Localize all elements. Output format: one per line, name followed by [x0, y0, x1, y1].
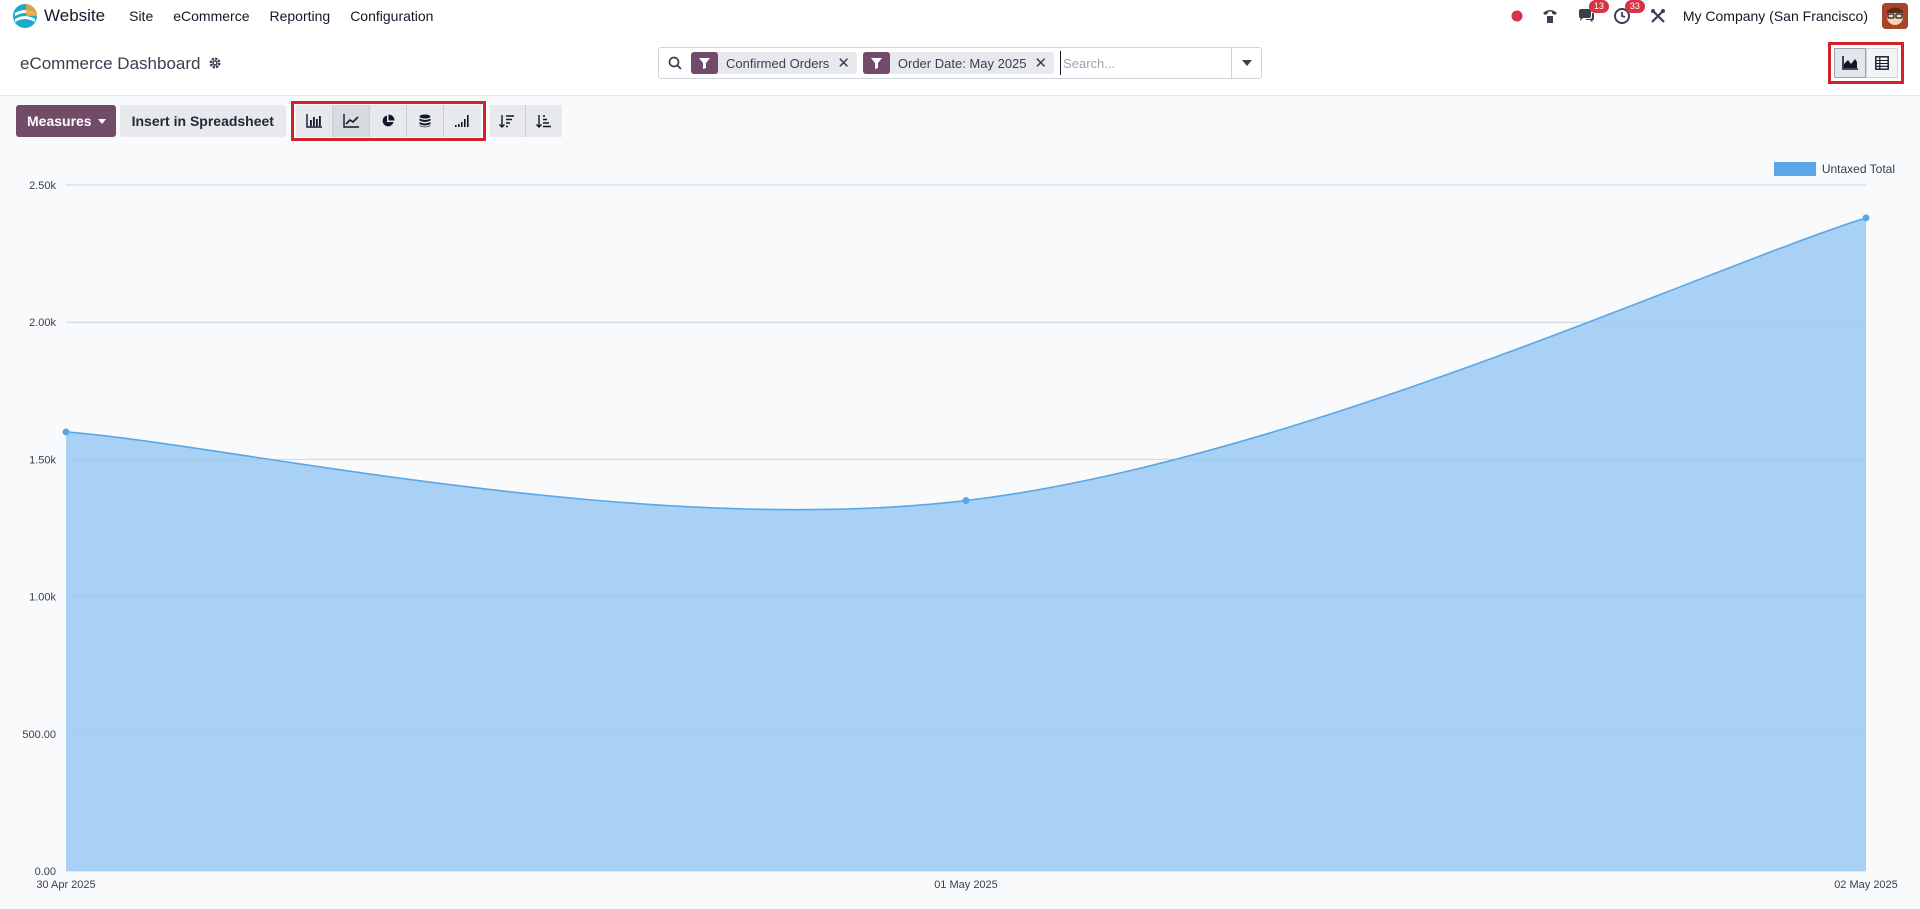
search-bar[interactable]: Confirmed Orders ✕ Order Date: May 2025 … — [658, 47, 1262, 79]
debug-tools-icon[interactable] — [1649, 6, 1667, 26]
measures-label: Measures — [27, 113, 92, 129]
graph-chart: Untaxed Total 0.00 500.00 1.00k 1.50k 2.00k 2… — [0, 150, 1920, 904]
pivot-view-button[interactable] — [1866, 48, 1898, 78]
legend-label: Untaxed Total — [1821, 162, 1895, 176]
measures-button[interactable]: Measures — [16, 105, 116, 137]
bar-chart-icon — [306, 114, 322, 128]
messages-icon[interactable]: 13 — [1577, 0, 1609, 26]
facet-label: Order Date: May 2025 — [897, 55, 1027, 71]
cumulative-button[interactable] — [443, 105, 481, 137]
menu-ecommerce[interactable]: eCommerce — [173, 8, 249, 24]
y-tick-label: 1.00k — [29, 592, 56, 604]
sort-group — [489, 105, 562, 137]
chart-legend[interactable]: Untaxed Total — [1773, 162, 1895, 176]
facet-label: Confirmed Orders — [726, 55, 830, 71]
pie-chart-icon — [382, 114, 395, 127]
chart-type-group — [290, 101, 486, 141]
search-facet-confirmed-orders: Confirmed Orders ✕ — [691, 52, 857, 74]
activities-clock-icon[interactable]: 33 — [1613, 0, 1645, 26]
activities-badge: 33 — [1624, 0, 1645, 13]
close-icon[interactable]: ✕ — [837, 54, 857, 72]
sort-ascending-button[interactable] — [525, 105, 562, 137]
search-options-toggle[interactable] — [1231, 48, 1261, 78]
page-title-text: eCommerce Dashboard — [20, 54, 201, 73]
y-tick-label: 500.00 — [22, 729, 56, 741]
data-point[interactable] — [962, 497, 970, 505]
x-tick-label: 01 May 2025 — [934, 879, 998, 891]
search-icon — [659, 48, 691, 78]
caret-down-icon — [97, 118, 106, 124]
pie-chart-button[interactable] — [369, 105, 407, 137]
sort-descending-icon — [499, 115, 515, 128]
insert-in-spreadsheet-label: Insert in Spreadsheet — [131, 113, 274, 129]
website-app-icon — [12, 3, 38, 29]
area-chart-icon — [1842, 56, 1858, 70]
view-switcher — [1828, 42, 1904, 84]
menu-reporting[interactable]: Reporting — [269, 8, 330, 24]
app-brand[interactable]: Website — [12, 0, 119, 32]
cumulative-icon — [455, 115, 470, 127]
sort-ascending-icon — [535, 115, 551, 128]
phone-icon[interactable] — [1541, 6, 1559, 26]
navbar-systray: 13 33 My Company (San Francisco) — [1493, 0, 1908, 32]
menu-configuration[interactable]: Configuration — [350, 8, 433, 24]
x-tick-label: 30 Apr 2025 — [36, 879, 95, 891]
y-tick-label: 2.50k — [29, 180, 56, 192]
graph-toolbar: Measures Insert in Spreadsheet — [16, 101, 562, 141]
series-area — [66, 217, 1866, 872]
close-icon[interactable]: ✕ — [1035, 54, 1055, 72]
legend-swatch — [1773, 162, 1816, 176]
x-tick-label: 02 May 2025 — [1834, 879, 1898, 891]
user-avatar[interactable] — [1882, 3, 1908, 29]
data-point[interactable] — [62, 428, 70, 436]
bar-chart-button[interactable] — [295, 105, 333, 137]
top-navbar: Website Site eCommerce Reporting Configu… — [0, 0, 1920, 32]
y-tick-label: 2.00k — [29, 317, 56, 329]
insert-in-spreadsheet-button[interactable]: Insert in Spreadsheet — [119, 105, 286, 137]
stacked-button[interactable] — [406, 105, 444, 137]
y-tick-label: 0.00 — [35, 866, 56, 878]
app-name: Website — [44, 6, 106, 25]
graph-view-button[interactable] — [1834, 48, 1866, 78]
filter-icon — [862, 52, 890, 74]
control-panel: eCommerce Dashboard Confirmed Orders ✕ O… — [0, 32, 1920, 96]
gear-icon[interactable] — [208, 56, 222, 73]
menu-site[interactable]: Site — [129, 8, 153, 24]
search-input[interactable] — [1060, 51, 1227, 75]
search-facet-order-date: Order Date: May 2025 ✕ — [862, 52, 1055, 74]
recording-status-icon[interactable] — [1511, 6, 1523, 26]
messages-badge: 13 — [1588, 0, 1609, 13]
caret-down-icon — [1241, 60, 1252, 66]
line-chart-icon — [343, 114, 359, 128]
chart-canvas: 0.00 500.00 1.00k 1.50k 2.00k 2.50k 30 Apr 20… — [22, 180, 1898, 891]
database-stack-icon — [419, 114, 431, 128]
filter-icon — [691, 52, 718, 74]
page-title: eCommerce Dashboard — [20, 54, 222, 74]
company-switcher[interactable]: My Company (San Francisco) — [1683, 8, 1868, 24]
line-chart-button[interactable] — [332, 105, 370, 137]
y-tick-label: 1.50k — [29, 454, 56, 466]
table-icon — [1875, 56, 1889, 70]
sort-descending-button[interactable] — [489, 105, 526, 137]
data-point[interactable] — [1862, 214, 1870, 222]
